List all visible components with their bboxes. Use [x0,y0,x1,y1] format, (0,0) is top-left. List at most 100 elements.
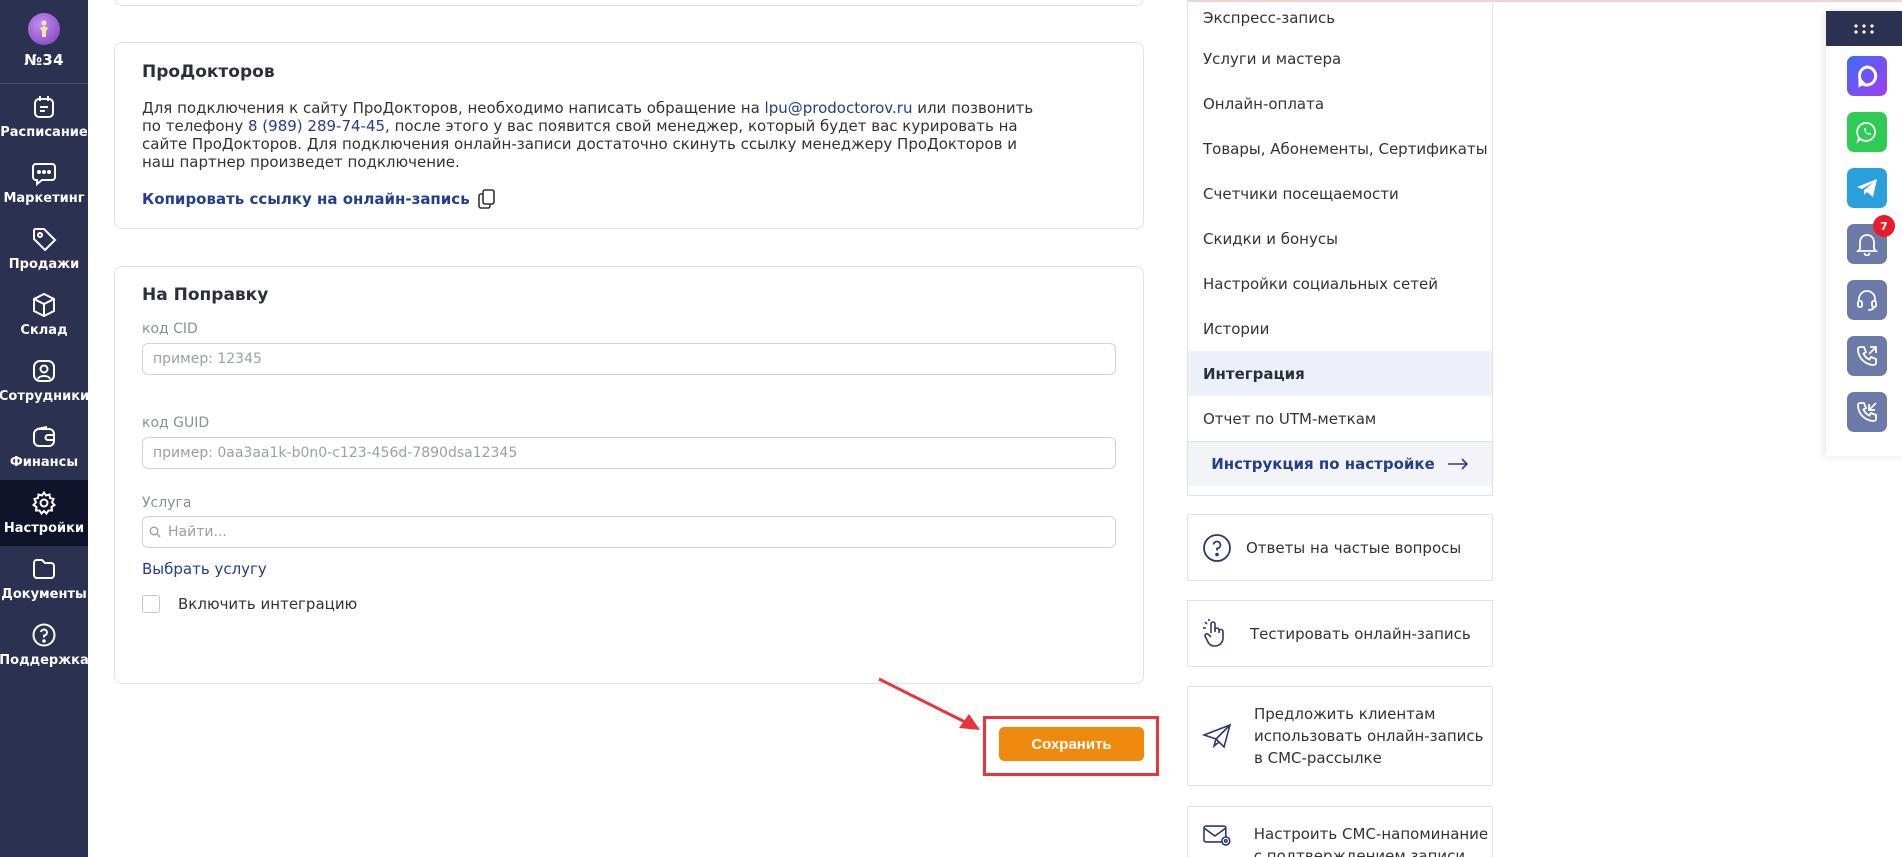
save-button[interactable]: Сохранить [999,727,1144,761]
whatsapp-icon [1856,122,1876,144]
settings-menu: Экспресс-запись Услуги и мастера Онлайн-… [1187,0,1493,496]
user-icon [33,360,55,382]
annotation-arrow [878,677,980,730]
enable-integration-checkbox[interactable] [142,595,160,613]
sidebar-header: №34 [0,0,88,84]
bell-icon [1856,234,1878,256]
support-headset-button[interactable] [1847,280,1887,320]
messenger-icon [1858,65,1878,88]
guid-input[interactable]: пример: 0aa3aa1k-b0n0-c123-456d-7890dsa1… [142,437,1116,469]
cid-placeholder: пример: 12345 [153,351,262,367]
sidebar-item-finance[interactable]: Финансы [0,414,88,480]
description-text: Для подключения к сайту ПроДокторов, нео… [142,99,765,117]
sidebar-item-sales[interactable]: Продажи [0,216,88,282]
dots-grid-icon [1854,23,1874,34]
sidebar-item-label: Продажи [8,257,80,272]
service-placeholder: Найти... [168,524,227,540]
box-icon [33,292,55,318]
guid-label: код GUID [142,415,210,431]
menu-item-counters[interactable]: Счетчики посещаемости [1188,171,1492,216]
question-icon [1203,533,1231,562]
phone-outgoing-icon [1857,346,1877,366]
sidebar-item-schedule[interactable]: Расписание [0,84,88,150]
faq-card[interactable]: Ответы на частые вопросы [1187,514,1493,581]
sidebar-item-documents[interactable]: Документы [0,546,88,612]
apps-menu-button[interactable] [1826,11,1902,46]
offer-sms-label: Предложить клиентам использовать онлайн-… [1254,705,1484,767]
quick-actions-strip: 7 [1826,11,1902,456]
instruction-link[interactable]: Инструкция по настройке [1188,441,1492,486]
sidebar-item-staff[interactable]: Сотрудники [0,348,90,414]
sidebar-item-label: Сотрудники [0,389,90,404]
copy-icon [477,189,495,209]
incoming-call-button[interactable] [1847,392,1887,432]
messenger-button[interactable] [1847,56,1887,96]
paper-plane-icon [1202,723,1232,749]
cid-label: код CID [142,321,198,337]
sidebar-item-label: Финансы [9,455,79,470]
test-booking-label: Тестировать онлайн-запись [1250,624,1471,643]
gear-icon [31,490,57,516]
phone-incoming-icon [1857,402,1877,422]
sidebar: №34 Расписание Маркетинг Продажи Склад С… [0,0,90,857]
outgoing-call-button[interactable] [1847,336,1887,376]
napopravku-card: На Поправку код CID пример: 12345 код GU… [114,266,1144,684]
tap-icon [1203,618,1224,647]
prodoctorov-description: Для подключения к сайту ПроДокторов, нео… [142,99,1042,171]
folder-icon [33,559,55,579]
calendar-icon [34,96,54,118]
prodoctorov-title: ПроДокторов [142,62,275,82]
napopravku-title: На Поправку [142,285,269,305]
sidebar-item-settings[interactable]: Настройки [0,480,88,546]
test-booking-card[interactable]: Тестировать онлайн-запись [1187,600,1493,667]
prodoctorov-card: ПроДокторов Для подключения к сайту ПроД… [114,42,1144,229]
email-link[interactable]: lpu@prodoctorov.ru [765,99,913,117]
sidebar-item-label: Документы [1,587,87,602]
choose-service-link[interactable]: Выбрать услугу [142,560,1116,578]
mail-settings-icon [1203,825,1231,846]
sidebar-item-label: Расписание [0,125,88,140]
company-logo[interactable] [28,13,60,45]
faq-label: Ответы на частые вопросы [1246,538,1462,557]
sidebar-item-label: Настройки [3,521,85,536]
notification-badge: 7 [1873,215,1895,237]
copy-link-label: Копировать ссылку на онлайн-запись [142,190,470,208]
menu-item-services[interactable]: Услуги и мастера [1188,36,1492,81]
telegram-icon [1857,179,1877,197]
search-icon [149,526,161,538]
cid-input[interactable]: пример: 12345 [142,343,1116,375]
menu-item-express[interactable]: Экспресс-запись [1188,0,1492,36]
sms-reminder-card[interactable]: Настроить СМС-напоминание с подтверждени… [1187,806,1493,857]
service-search-input[interactable]: Найти... [142,516,1116,548]
help-icon [32,623,56,647]
telegram-button[interactable] [1847,168,1887,208]
previous-card-edge [114,0,1144,6]
headset-icon [1857,290,1877,311]
menu-item-discounts[interactable]: Скидки и бонусы [1188,216,1492,261]
menu-item-utm[interactable]: Отчет по UTM-меткам [1188,396,1492,441]
menu-item-integration[interactable]: Интеграция [1188,351,1492,396]
whatsapp-button[interactable] [1847,112,1887,152]
service-label: Услуга [142,495,192,511]
menu-item-stories[interactable]: Истории [1188,306,1492,351]
phone-link[interactable]: 8 (989) 289-74-45 [248,117,385,135]
notifications-button[interactable]: 7 [1847,215,1895,264]
sidebar-item-label: Склад [20,323,68,338]
offer-sms-card[interactable]: Предложить клиентам использовать онлайн-… [1187,686,1493,786]
chat-icon [32,163,56,186]
arrow-right-icon [1447,458,1468,470]
branch-number: №34 [24,51,64,69]
tag-icon [33,228,57,252]
menu-item-goods[interactable]: Товары, Абонементы, Сертификаты [1188,126,1492,171]
menu-item-online-payment[interactable]: Онлайн-оплата [1188,81,1492,126]
guid-placeholder: пример: 0aa3aa1k-b0n0-c123-456d-7890dsa1… [153,445,518,461]
sidebar-item-label: Поддержка [0,653,89,668]
enable-integration-row[interactable]: Включить интеграцию [142,595,1116,613]
sidebar-item-warehouse[interactable]: Склад [0,282,88,348]
sidebar-item-marketing[interactable]: Маркетинг [0,150,88,216]
menu-item-social[interactable]: Настройки социальных сетей [1188,261,1492,306]
instruction-label: Инструкция по настройке [1211,455,1435,473]
copy-link-button[interactable]: Копировать ссылку на онлайн-запись [142,189,496,209]
sidebar-item-support[interactable]: Поддержка [0,612,89,678]
sidebar-item-label: Маркетинг [3,191,85,206]
